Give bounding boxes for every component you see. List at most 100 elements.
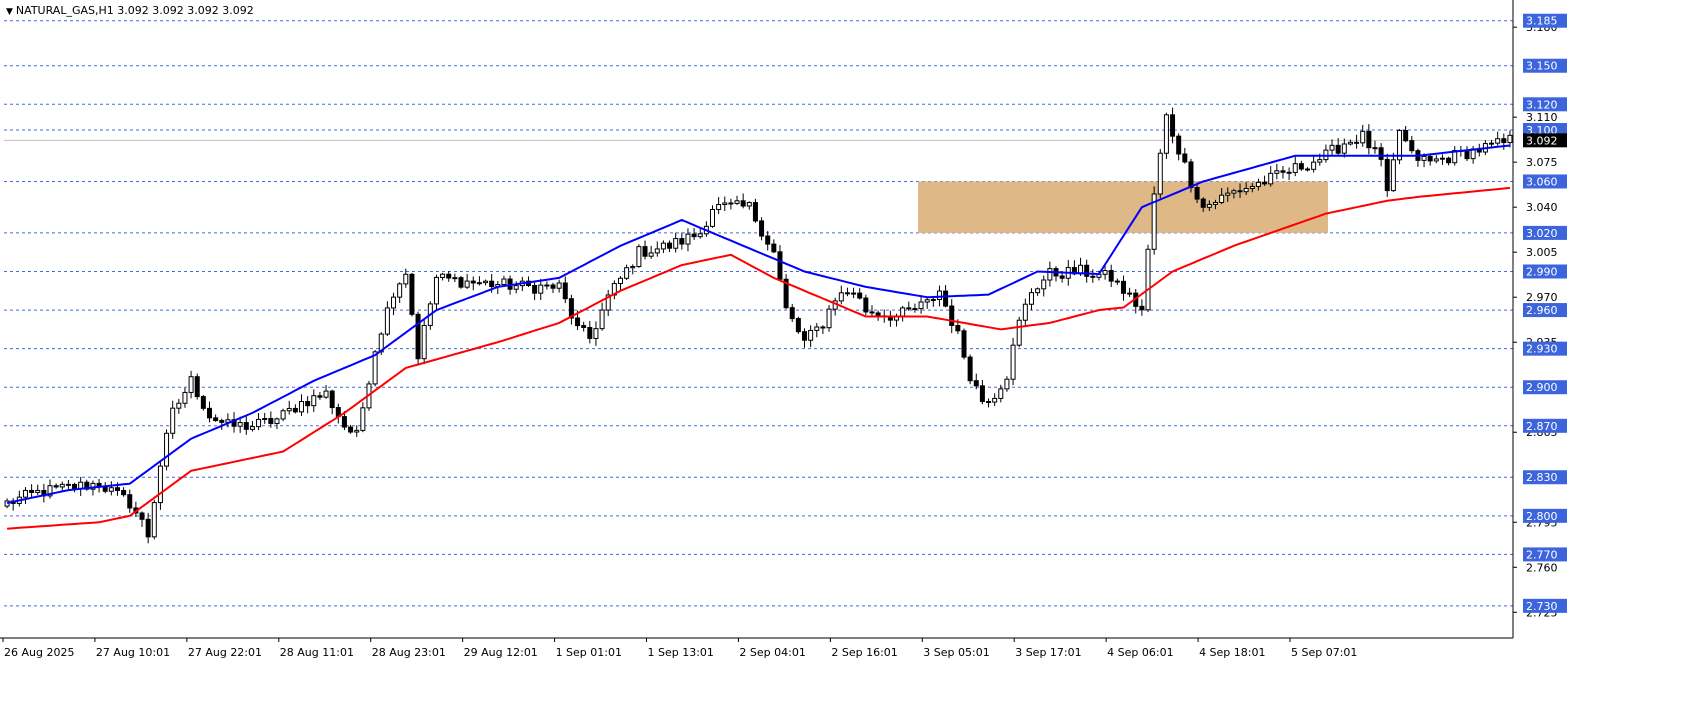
candle[interactable] [1452, 146, 1458, 166]
candle[interactable] [1016, 316, 1022, 348]
candle[interactable] [176, 398, 182, 414]
candle[interactable] [1495, 131, 1501, 146]
candle[interactable] [728, 198, 734, 210]
candle[interactable] [1354, 134, 1360, 149]
candle[interactable] [906, 301, 912, 311]
candle[interactable] [1298, 160, 1304, 171]
candle[interactable] [673, 232, 679, 253]
candle[interactable] [360, 402, 366, 433]
candle[interactable] [820, 325, 826, 334]
candle[interactable] [802, 328, 808, 348]
candle[interactable] [329, 389, 335, 415]
candle[interactable] [918, 295, 924, 314]
candle[interactable] [734, 195, 740, 205]
candle[interactable] [243, 414, 249, 435]
candle[interactable] [483, 279, 489, 286]
candle[interactable] [900, 305, 906, 322]
candle[interactable] [249, 421, 255, 432]
candle[interactable] [1176, 133, 1182, 161]
candle[interactable] [65, 479, 71, 489]
candle[interactable] [759, 217, 765, 241]
candle[interactable] [599, 302, 605, 331]
candle[interactable] [1157, 148, 1163, 199]
candle[interactable] [863, 294, 869, 316]
candle[interactable] [1108, 264, 1114, 288]
candle[interactable] [1151, 186, 1157, 255]
candle[interactable] [808, 325, 814, 348]
candle[interactable] [550, 282, 556, 293]
candle[interactable] [1427, 154, 1433, 166]
candle[interactable] [562, 276, 568, 304]
candle[interactable] [789, 304, 795, 323]
candle[interactable] [231, 412, 237, 433]
candle[interactable] [225, 413, 231, 428]
candle[interactable] [1403, 126, 1409, 143]
candle[interactable] [777, 245, 783, 281]
candle[interactable] [765, 231, 771, 251]
candle[interactable] [538, 278, 544, 301]
candle[interactable] [470, 276, 476, 291]
candle[interactable] [912, 303, 918, 313]
candle[interactable] [102, 482, 108, 494]
candle[interactable] [262, 412, 268, 424]
candle[interactable] [814, 323, 820, 338]
candle[interactable] [1501, 133, 1507, 150]
candle[interactable] [979, 379, 985, 405]
candle[interactable] [421, 318, 427, 365]
candle[interactable] [636, 244, 642, 268]
candle[interactable] [157, 460, 163, 510]
candle[interactable] [59, 481, 65, 491]
candle[interactable] [1274, 163, 1280, 180]
candle[interactable] [1372, 140, 1378, 154]
candle[interactable] [1360, 124, 1366, 147]
candle[interactable] [1084, 259, 1090, 283]
candle[interactable] [832, 297, 838, 316]
candle[interactable] [544, 281, 550, 290]
candle[interactable] [795, 316, 801, 334]
candle[interactable] [446, 270, 452, 282]
candle[interactable] [642, 240, 648, 260]
candle[interactable] [771, 239, 777, 254]
candle[interactable] [1439, 154, 1445, 165]
candle[interactable] [1329, 139, 1335, 156]
candle[interactable] [752, 198, 758, 223]
candle[interactable] [384, 301, 390, 337]
candle[interactable] [409, 272, 415, 317]
candle[interactable] [1305, 167, 1311, 172]
candle[interactable] [182, 387, 188, 408]
candle[interactable] [1035, 287, 1041, 296]
candle[interactable] [587, 320, 593, 344]
candle[interactable] [317, 391, 323, 400]
candle[interactable] [746, 201, 752, 210]
candle[interactable] [35, 484, 41, 495]
candle[interactable] [1028, 288, 1034, 311]
candle[interactable] [783, 274, 789, 310]
candle[interactable] [1262, 175, 1268, 186]
candle[interactable] [857, 288, 863, 300]
candle[interactable] [464, 274, 470, 289]
candle[interactable] [127, 489, 133, 513]
candle[interactable] [188, 370, 194, 399]
candle[interactable] [415, 311, 421, 365]
candle[interactable] [611, 280, 617, 300]
candle[interactable] [1415, 148, 1421, 167]
candle[interactable] [568, 294, 574, 325]
candle[interactable] [716, 197, 722, 215]
candle[interactable] [299, 394, 305, 416]
candle[interactable] [630, 264, 636, 275]
candle[interactable] [660, 240, 666, 253]
candle[interactable] [72, 482, 78, 493]
candle[interactable] [949, 299, 955, 334]
candle[interactable] [391, 292, 397, 316]
candle[interactable] [838, 285, 844, 305]
candle[interactable] [1004, 376, 1010, 392]
candle[interactable] [10, 498, 16, 511]
candle[interactable] [1446, 156, 1452, 166]
candle[interactable] [1120, 275, 1126, 301]
candle[interactable] [581, 321, 587, 332]
candle[interactable] [1464, 146, 1470, 162]
candle[interactable] [709, 205, 715, 228]
candle[interactable] [1384, 153, 1390, 197]
candle[interactable] [1163, 112, 1169, 159]
candle[interactable] [452, 273, 458, 283]
